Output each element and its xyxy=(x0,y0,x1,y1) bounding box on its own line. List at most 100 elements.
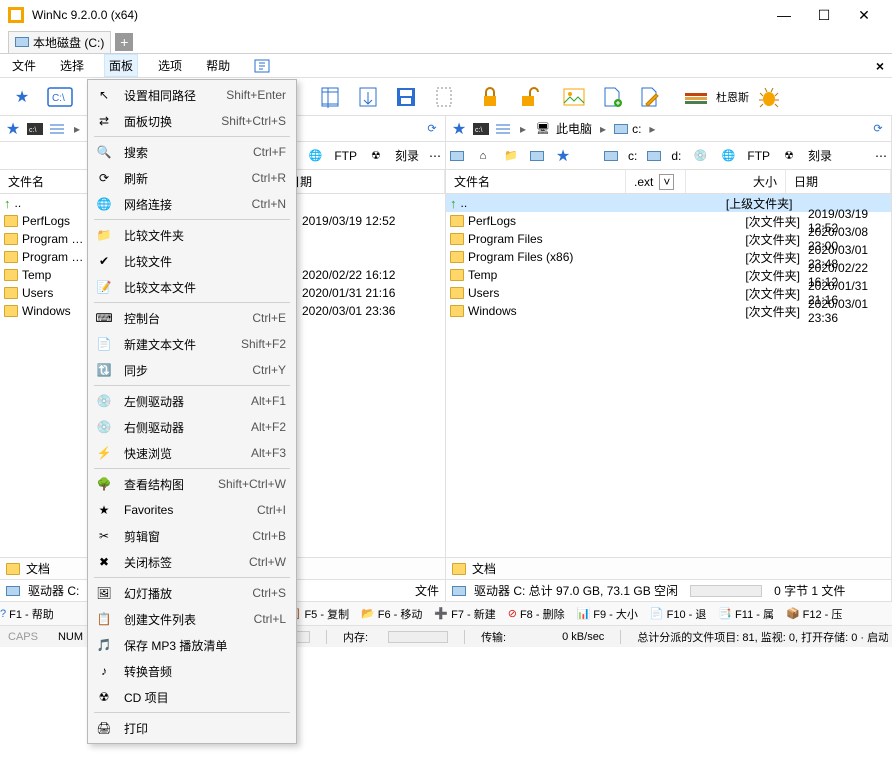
maximize-button[interactable]: ☐ xyxy=(804,1,844,29)
edit-icon[interactable] xyxy=(632,82,668,112)
menu-item[interactable]: ↖设置相同路径Shift+Enter xyxy=(90,82,294,108)
drive-icon xyxy=(614,124,628,134)
menu-item[interactable]: ✂剪辑窗Ctrl+B xyxy=(90,523,294,549)
num-indicator: NUM xyxy=(54,631,87,643)
f6-move[interactable]: 📂F6 - 移动 xyxy=(361,606,422,622)
menu-item[interactable]: 📄新建文本文件Shift+F2 xyxy=(90,331,294,357)
right-burn-icon[interactable]: ☢ xyxy=(780,147,798,165)
menu-item[interactable]: ✖关闭标签Ctrl+W xyxy=(90,549,294,575)
lock-icon[interactable] xyxy=(472,82,508,112)
menu-select[interactable]: 选择 xyxy=(56,55,88,76)
right-burn-label[interactable]: 刻录 xyxy=(808,147,832,164)
tool-save-icon[interactable] xyxy=(388,82,424,112)
menu-panel[interactable]: 面板 xyxy=(104,54,138,77)
right-refresh-icon[interactable]: ⟳ xyxy=(869,120,887,138)
menu-item[interactable]: ⌨控制台Ctrl+E xyxy=(90,305,294,331)
right-disc-icon[interactable]: 💿 xyxy=(691,147,709,165)
f11-attr[interactable]: 📑F11 - 属 xyxy=(718,606,774,622)
left-burn-icon[interactable]: ☢ xyxy=(367,147,385,165)
left-menu-icon[interactable]: ⋯ xyxy=(429,149,441,163)
minimize-button[interactable]: — xyxy=(764,1,804,29)
f1-help[interactable]: ?F1 - 帮助 xyxy=(0,606,54,622)
new-doc-icon[interactable] xyxy=(594,82,630,112)
right-tool-star[interactable]: ★ xyxy=(554,147,572,165)
pattern-icon[interactable] xyxy=(678,82,714,112)
menu-item[interactable]: 🔃同步Ctrl+Y xyxy=(90,357,294,383)
tool-archive2-icon[interactable] xyxy=(350,82,386,112)
f8-delete[interactable]: ⊘F8 - 删除 xyxy=(508,606,565,622)
menu-item[interactable]: 🎵保存 MP3 播放清单 xyxy=(90,632,294,658)
right-col-ext[interactable]: .ext ˅ xyxy=(626,170,686,193)
menu-item[interactable]: ⇄面板切换Shift+Ctrl+S xyxy=(90,108,294,134)
table-row[interactable]: Windows[次文件夹]2020/03/01 23:36 xyxy=(446,302,891,320)
transfer-label: 传输: xyxy=(477,629,510,645)
right-d-drive[interactable]: d: xyxy=(671,149,681,163)
menu-item[interactable]: 📝比较文本文件 xyxy=(90,274,294,300)
right-col-date[interactable]: 日期 xyxy=(786,170,891,193)
right-console-icon[interactable]: c:\ xyxy=(472,120,490,138)
right-path-pc[interactable]: 此电脑 xyxy=(556,120,592,137)
menu-item[interactable]: ★FavoritesCtrl+I xyxy=(90,497,294,523)
f10-exit[interactable]: 📄F10 - 退 xyxy=(650,606,706,622)
menu-item[interactable]: ✔比较文件 xyxy=(90,248,294,274)
menu-item[interactable]: 🖼幻灯播放Ctrl+S xyxy=(90,580,294,606)
right-tool2[interactable]: ⌂ xyxy=(474,147,492,165)
left-list-icon[interactable] xyxy=(48,120,66,138)
unlock-icon[interactable] xyxy=(510,82,546,112)
left-ftp-icon[interactable]: 🌐 xyxy=(306,147,324,165)
right-path-drive[interactable]: c: xyxy=(632,122,641,136)
menu-file[interactable]: 文件 xyxy=(8,55,40,76)
left-burn-label[interactable]: 刻录 xyxy=(395,147,419,164)
image-icon[interactable] xyxy=(556,82,592,112)
menu-item[interactable]: 🌐网络连接Ctrl+N xyxy=(90,191,294,217)
tool-page-icon[interactable] xyxy=(426,82,462,112)
left-refresh-icon[interactable]: ⟳ xyxy=(423,120,441,138)
f7-new[interactable]: ➕F7 - 新建 xyxy=(434,606,495,622)
tool-archive1-icon[interactable] xyxy=(312,82,348,112)
menu-item[interactable]: 📋创建文件列表Ctrl+L xyxy=(90,606,294,632)
menu-item[interactable]: ⟳刷新Ctrl+R xyxy=(90,165,294,191)
menu-item[interactable]: 💿左侧驱动器Alt+F1 xyxy=(90,388,294,414)
menu-extra-icon[interactable] xyxy=(250,57,274,75)
left-ftp-label[interactable]: FTP xyxy=(334,149,357,163)
menu-item[interactable]: ♪转换音频 xyxy=(90,658,294,684)
folders-icon: 📁 xyxy=(94,228,114,242)
right-c-drive[interactable]: c: xyxy=(628,149,637,163)
folder-icon xyxy=(4,251,18,263)
bug-icon[interactable] xyxy=(751,82,787,112)
right-list-icon[interactable] xyxy=(494,120,512,138)
menu-item[interactable]: 🌳查看结构图Shift+Ctrl+W xyxy=(90,471,294,497)
left-bottom-tab[interactable]: 文档 xyxy=(26,560,50,577)
add-tab-button[interactable]: + xyxy=(115,33,133,51)
right-fav-icon[interactable]: ★ xyxy=(450,120,468,138)
disk-tab[interactable]: 本地磁盘 (C:) xyxy=(8,31,111,53)
left-fav-icon[interactable]: ★ xyxy=(4,120,22,138)
right-file-list[interactable]: ↑..[上级文件夹] PerfLogs[次文件夹]2019/03/19 12:5… xyxy=(446,194,891,557)
right-menu-icon[interactable]: ⋯ xyxy=(875,149,887,163)
f12-zip[interactable]: 📦F12 - 压 xyxy=(786,606,842,622)
right-tool3[interactable]: 📁 xyxy=(502,147,520,165)
menu-item[interactable]: 🖨打印 xyxy=(90,715,294,741)
right-tool4[interactable] xyxy=(530,151,544,161)
menu-item[interactable]: ☢CD 项目 xyxy=(90,684,294,710)
right-tool1[interactable] xyxy=(450,151,464,161)
menu-item[interactable]: ⚡快速浏览Alt+F3 xyxy=(90,440,294,466)
close-button[interactable]: ✕ xyxy=(844,1,884,29)
close-menu-icon[interactable]: × xyxy=(876,58,884,74)
favorite-icon[interactable]: ★ xyxy=(4,82,40,112)
right-col-size[interactable]: 大小 xyxy=(686,170,786,193)
f9-size[interactable]: 📊F9 - 大小 xyxy=(577,606,638,622)
right-bottom-tab[interactable]: 文档 xyxy=(472,560,496,577)
right-col-name[interactable]: 文件名 xyxy=(446,170,626,193)
left-col-date[interactable]: 日期 xyxy=(280,170,445,193)
right-ftp-label[interactable]: FTP xyxy=(747,149,770,163)
close-icon: ✖ xyxy=(94,555,114,569)
right-ftp-icon[interactable]: 🌐 xyxy=(719,147,737,165)
console-icon[interactable]: C:\ xyxy=(42,82,78,112)
menu-options[interactable]: 选项 xyxy=(154,55,186,76)
menu-item[interactable]: 🔍搜索Ctrl+F xyxy=(90,139,294,165)
menu-help[interactable]: 帮助 xyxy=(202,55,234,76)
menu-item[interactable]: 📁比较文件夹 xyxy=(90,222,294,248)
left-console-icon[interactable]: c:\ xyxy=(26,120,44,138)
menu-item[interactable]: 💿右侧驱动器Alt+F2 xyxy=(90,414,294,440)
